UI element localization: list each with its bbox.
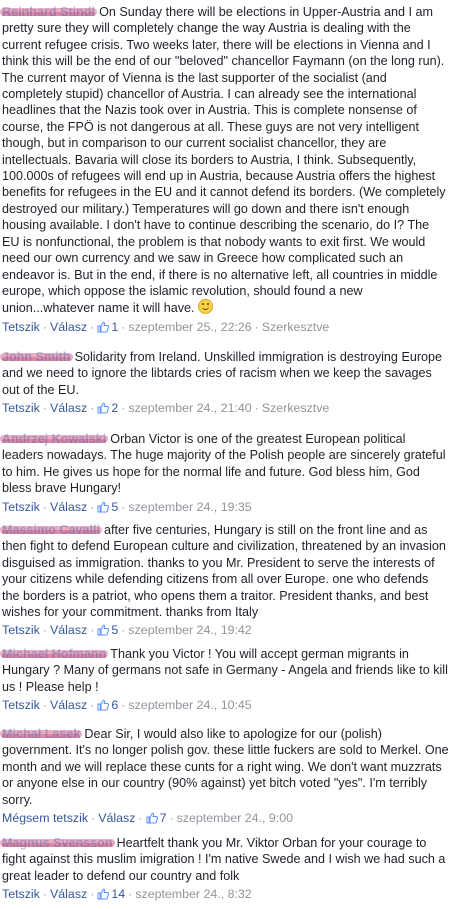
comment: Reinhard Stindl On Sunday there will be e… [0, 4, 451, 335]
comment-text: after five centuries, Hungary is still o… [2, 523, 446, 620]
like-button[interactable]: Tetszik [2, 320, 40, 334]
thumbs-up-icon [97, 625, 110, 636]
timestamp[interactable]: szeptember 24., 21:40 [128, 401, 251, 415]
comment-body: John Smith Solidarity from Ireland. Unski… [0, 349, 449, 398]
comment-body: Reinhard Stindl On Sunday there will be e… [0, 4, 449, 317]
comment-actions: Tetszik · Válasz · 14 · szeptember 24., 8:32 [2, 887, 252, 902]
comment-actions: Tetszik · Válasz · 1 · szeptember 25., 22:26 · S… [2, 319, 330, 334]
comment: John Smith Solidarity from Ireland. Unski… [0, 349, 451, 416]
comment-author[interactable]: Michael Hofmann [0, 647, 109, 661]
reply-button[interactable]: Válasz [50, 887, 87, 901]
comment-body: Andrzej Kowalski Orban Victor is one of t… [0, 431, 449, 497]
comment-body: Magnus Svensson Heartfelt thank you Mr. V… [0, 835, 449, 884]
thumbs-up-icon [97, 699, 110, 711]
like-button[interactable]: Tetszik [2, 887, 40, 901]
thumbs-up-icon [97, 402, 110, 414]
like-count[interactable]: 7 [146, 811, 166, 825]
comment-author[interactable]: Reinhard Stindl [0, 5, 98, 19]
edited-label[interactable]: Szerkesztve [262, 320, 329, 334]
comment-author[interactable]: Michał Lasek [0, 727, 83, 741]
reply-button[interactable]: Válasz [50, 500, 87, 514]
timestamp[interactable]: szeptember 24., 10:45 [128, 698, 251, 712]
like-button[interactable]: Tetszik [2, 500, 40, 514]
like-button[interactable]: Tetszik [2, 698, 40, 712]
reply-button[interactable]: Válasz [98, 811, 135, 825]
like-count[interactable]: 2 [97, 401, 118, 415]
thumbs-up-icon [97, 888, 110, 900]
smile-emoji-icon [198, 299, 214, 315]
reply-button[interactable]: Válasz [50, 698, 87, 712]
timestamp[interactable]: szeptember 24., 8:32 [135, 887, 251, 901]
comment-body: Michał Lasek Dear Sir, I would also like … [0, 726, 449, 808]
reply-button[interactable]: Válasz [50, 623, 87, 637]
like-button[interactable]: Tetszik [2, 401, 40, 415]
like-count[interactable]: 5 [97, 500, 118, 514]
comment-body: Massimo Cavalli after five centuries, Hun… [0, 522, 449, 620]
like-button[interactable]: Tetszik [2, 623, 40, 637]
comment: Michael Hofmann Thank you Victor ! You wi… [0, 646, 451, 713]
comment-actions: Tetszik · Válasz · 2 · szeptember 24., 21:40 · S… [2, 401, 330, 416]
comment-author[interactable]: John Smith [0, 350, 73, 364]
comment: Massimo Cavalli after five centuries, Hun… [0, 522, 451, 638]
like-count[interactable]: 5 [97, 623, 118, 637]
timestamp[interactable]: szeptember 24., 19:42 [128, 623, 251, 637]
reply-button[interactable]: Válasz [50, 401, 87, 415]
comment-text: On Sunday there will be elections in Upp… [2, 5, 446, 316]
comment-author[interactable]: Andrzej Kowalski [0, 432, 109, 446]
comment-actions: Mégsem tetszik · Válasz · 7 · szeptember 24., … [2, 811, 294, 826]
like-count[interactable]: 1 [97, 320, 118, 334]
comment-author[interactable]: Magnus Svensson [0, 836, 115, 850]
comment: Michał Lasek Dear Sir, I would also like … [0, 726, 451, 826]
reply-button[interactable]: Válasz [50, 320, 87, 334]
comment-actions: Tetszik · Válasz · 5 · szeptember 24., 19:42 [2, 623, 252, 638]
like-count[interactable]: 6 [97, 698, 118, 712]
comment-body: Michael Hofmann Thank you Victor ! You wi… [0, 646, 449, 695]
timestamp[interactable]: szeptember 25., 22:26 [128, 320, 251, 334]
edited-label[interactable]: Szerkesztve [262, 401, 329, 415]
like-count[interactable]: 14 [97, 887, 125, 901]
timestamp[interactable]: szeptember 24., 19:35 [128, 500, 251, 514]
thumbs-up-icon [97, 501, 110, 513]
thumbs-up-icon [97, 321, 110, 333]
comment: Magnus Svensson Heartfelt thank you Mr. V… [0, 835, 451, 902]
comment-author[interactable]: Massimo Cavalli [0, 523, 102, 537]
thumbs-up-icon [146, 812, 158, 824]
unlike-button[interactable]: Mégsem tetszik [2, 811, 88, 825]
comment: Andrzej Kowalski Orban Victor is one of t… [0, 431, 451, 515]
comment-actions: Tetszik · Válasz · 6 · szeptember 24., 10:45 [2, 698, 252, 713]
comment-actions: Tetszik · Válasz · 5 · szeptember 24., 19:35 [2, 499, 252, 514]
timestamp[interactable]: szeptember 24., 9:00 [177, 811, 293, 825]
